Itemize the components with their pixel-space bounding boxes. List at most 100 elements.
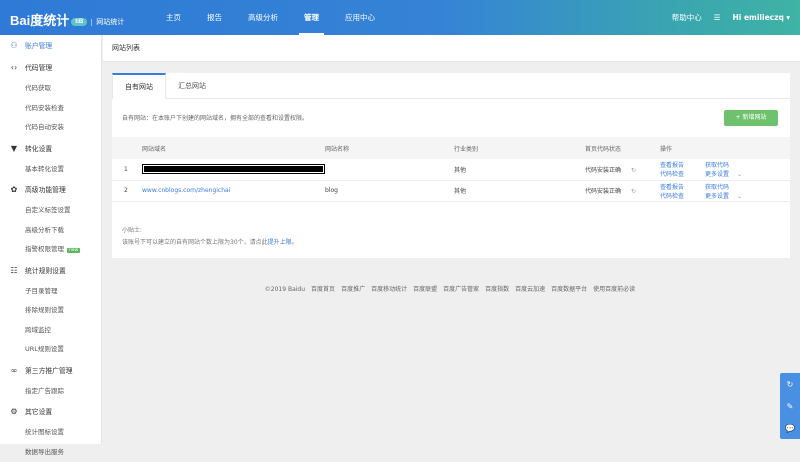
col-actions: 操作 (660, 137, 790, 159)
footer-link[interactable]: 百度云加速 (515, 286, 545, 293)
menu-icon[interactable]: ☰ (714, 0, 721, 35)
tips-title: 小贴士: (122, 225, 298, 237)
col-status: 首页代码状态 (585, 137, 660, 159)
site-name: blog (325, 180, 454, 201)
top-nav-bar: Bai度统计tiB 网站统计 主页报告高级分析管理应用中心 帮助中心 ☰ Hi e… (0, 0, 800, 35)
action-link[interactable]: 代码检查 (660, 191, 705, 200)
sidebar-group[interactable]: ▼ 转化设置 (0, 138, 101, 160)
redacted-domain (142, 164, 325, 174)
action-link[interactable]: 更多设置 (705, 191, 737, 200)
sidebar-item[interactable]: 数据导出服务 (0, 443, 101, 462)
feedback-icon[interactable]: ↻ (787, 380, 794, 389)
sidebar: ⚇账户管理‹›代码管理代码获取代码安装检查代码自动安装 ▼ 转化设置基本转化设置✿高… (0, 35, 102, 444)
sidebar-item[interactable]: 代码获取 (0, 79, 101, 99)
site-table: 网站域名 网站名称 行业类别 首页代码状态 操作 1 其他 代码安装正确 ↻ 查… (112, 137, 790, 202)
logo-text: Bai度统计 (10, 13, 69, 28)
action-link[interactable]: 查看报告 (660, 182, 705, 191)
sidebar-item[interactable]: URL规则设置 (0, 340, 101, 360)
nav-item[interactable]: 高级分析 (235, 0, 291, 35)
footer-link[interactable]: 百度联盟 (413, 286, 437, 293)
chevron-down-icon[interactable]: ⌄ (737, 171, 742, 178)
action-link[interactable]: 更多设置 (705, 169, 737, 178)
sidebar-item[interactable]: 代码自动安装 (0, 118, 101, 138)
user-icon: ⚇ (9, 35, 19, 57)
col-name: 网站名称 (325, 137, 454, 159)
sidebar-item-label: 排除规则设置 (25, 306, 64, 314)
action-link[interactable]: 获取代码 (705, 182, 750, 191)
sidebar-item[interactable]: 代码安装检查 (0, 99, 101, 119)
sidebar-item[interactable]: 跨域监控 (0, 321, 101, 341)
sidebar-group-label: 其它设置 (25, 408, 52, 416)
sidebar-group[interactable]: ⚙ 其它设置 (0, 401, 101, 423)
industry: 其他 (454, 180, 585, 201)
sidebar-item-label: URL规则设置 (25, 345, 64, 353)
edit-icon[interactable]: ✎ (787, 402, 794, 411)
chevron-down-icon[interactable]: ⌄ (737, 193, 742, 200)
sidebar-item-label: 数据导出服务 (25, 448, 64, 456)
tips-end: 。 (292, 239, 298, 246)
sidebar-group[interactable]: ‹›代码管理 (0, 57, 101, 79)
nav-item[interactable]: 主页 (153, 0, 194, 35)
sidebar-group[interactable]: ☷统计规则设置 (0, 260, 101, 282)
tips: 小贴士: 该账号下可以建立的自有网站个数上限为30个，请点此提升上限。 (122, 225, 298, 249)
add-site-button[interactable]: + 新增网站 (724, 110, 778, 126)
footer-link[interactable]: 百度首页 (311, 286, 335, 293)
footer-link[interactable]: 百度数据平台 (551, 286, 587, 293)
row-index: 1 (112, 159, 142, 180)
raise-limit-link[interactable]: 提升上限 (268, 239, 292, 246)
col-industry: 行业类别 (454, 137, 585, 159)
logo-badge: tiB (71, 18, 87, 26)
user-name: Hi emilieczq (733, 13, 784, 22)
footer-link[interactable]: 百度推广 (341, 286, 365, 293)
new-badge: new (67, 248, 80, 253)
description: 自有网站：在本账户下创建的网站域名，拥有全部的查看和设置权限。 (122, 113, 308, 122)
sidebar-item[interactable]: 自定义标签设置 (0, 201, 101, 221)
sidebar-item[interactable]: 指警权限管理new (0, 240, 101, 260)
sidebar-group[interactable]: ∞第三方推广管理 (0, 360, 101, 382)
code-status: 代码安装正确 (585, 167, 621, 174)
sidebar-item-label: 高级分析下载 (25, 226, 64, 234)
baidu-tongji-logo[interactable]: Bai度统计tiB 网站统计 (10, 10, 124, 29)
sidebar-item-label: 指定广告跟踪 (25, 387, 64, 395)
nav-item[interactable]: 报告 (194, 0, 235, 35)
sidebar-item[interactable]: 高级分析下载 (0, 221, 101, 241)
sidebar-item-label: 跨域监控 (25, 326, 51, 334)
product-name: 网站统计 (91, 19, 124, 26)
sidebar-item-label: 代码自动安装 (25, 123, 64, 131)
user-menu[interactable]: Hi emilieczq ▾ (733, 0, 791, 35)
refresh-icon[interactable]: ↻ (631, 188, 636, 195)
refresh-icon[interactable]: ↻ (631, 167, 636, 174)
sidebar-group[interactable]: ✿高级功能管理 (0, 179, 101, 201)
gear-icon: ⚙ (9, 401, 19, 423)
site-domain-link[interactable]: www.cnblogs.com/zhengichai (142, 187, 230, 194)
footer-link[interactable]: 百度广告管家 (443, 286, 479, 293)
code-status: 代码安装正确 (585, 188, 621, 195)
sidebar-group-label: 代码管理 (25, 64, 52, 72)
sidebar-item[interactable]: 指定广告跟踪 (0, 382, 101, 402)
sidebar-item-label: 指警权限管理 (25, 245, 64, 253)
sidebar-item[interactable]: 排除规则设置 (0, 301, 101, 321)
page-title: 网站列表 (103, 35, 800, 62)
tab-summary-sites[interactable]: 汇总网站 (166, 73, 218, 98)
nav-item[interactable]: 管理 (291, 0, 332, 35)
footer-link[interactable]: 使用百度前必读 (593, 286, 635, 293)
table-row: 1 其他 代码安装正确 ↻ 查看报告获取代码代码检查更多设置⌄ (112, 159, 790, 180)
footer-link[interactable]: 百度指数 (485, 286, 509, 293)
industry: 其他 (454, 159, 585, 180)
action-link[interactable]: 代码检查 (660, 169, 705, 178)
sidebar-item[interactable]: 统计图标设置 (0, 423, 101, 443)
help-center-link[interactable]: 帮助中心 (672, 0, 702, 35)
filter-icon: ▼ (9, 138, 19, 160)
footer: ©2019 Baidu百度首页百度推广百度移动统计百度联盟百度广告管家百度指数百… (0, 284, 800, 293)
action-link[interactable]: 获取代码 (705, 160, 750, 169)
tab-own-sites[interactable]: 自有网站 (112, 73, 166, 99)
footer-link[interactable]: 百度移动统计 (371, 286, 407, 293)
link-icon: ∞ (9, 360, 19, 382)
chat-icon[interactable]: 💬 (785, 424, 795, 433)
nav-item[interactable]: 应用中心 (332, 0, 388, 35)
sidebar-group[interactable]: ⚇账户管理 (0, 35, 101, 57)
action-link[interactable]: 查看报告 (660, 160, 705, 169)
sidebar-item[interactable]: 基本转化设置 (0, 160, 101, 180)
sidebar-group-label: 转化设置 (25, 145, 52, 153)
row-index: 2 (112, 180, 142, 201)
